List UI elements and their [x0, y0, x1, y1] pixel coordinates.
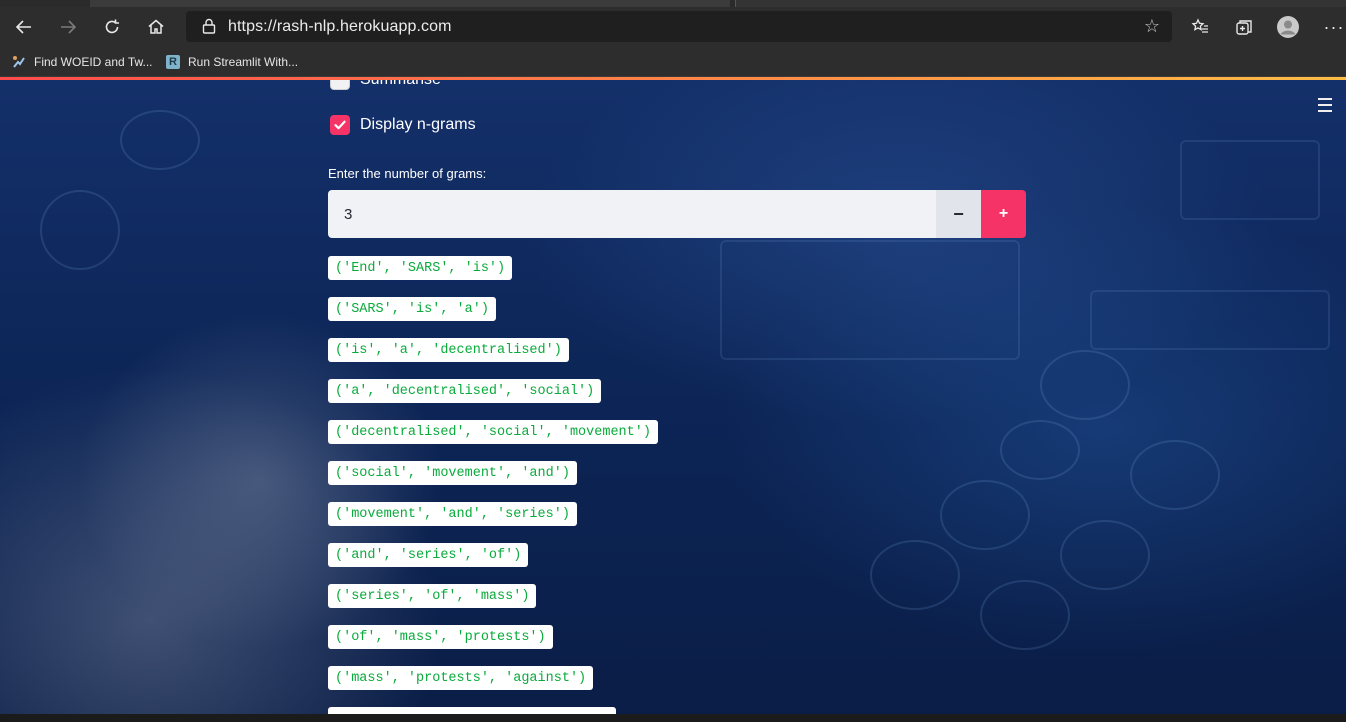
- background-decoration: [40, 190, 120, 270]
- profile-avatar-icon[interactable]: [1272, 11, 1304, 43]
- ngram-item: ('movement', 'and', 'series'): [328, 502, 577, 526]
- ngram-item: ('End', 'SARS', 'is'): [328, 256, 513, 280]
- r-letter-icon: R: [166, 55, 180, 69]
- checkbox-unchecked-icon[interactable]: [330, 80, 350, 90]
- url-text[interactable]: https://rash-nlp.herokuapp.com: [228, 18, 452, 36]
- forward-icon[interactable]: [52, 11, 84, 43]
- number-of-grams-stepper: − +: [328, 190, 1026, 238]
- collections-icon[interactable]: [1228, 11, 1260, 43]
- background-decoration: [1180, 140, 1320, 220]
- ngram-item: ('mass', 'protests', 'against'): [328, 666, 594, 690]
- back-icon[interactable]: [8, 11, 40, 43]
- lock-icon[interactable]: [200, 17, 218, 35]
- background-decoration: [1130, 440, 1220, 510]
- favorite-star-icon[interactable]: ☆: [1144, 16, 1160, 37]
- tweet-tool-icon: [12, 55, 26, 69]
- background-decoration: [1090, 290, 1330, 350]
- address-bar[interactable]: https://rash-nlp.herokuapp.com ☆: [186, 11, 1172, 42]
- background-decoration: [1040, 350, 1130, 420]
- home-icon[interactable]: [140, 11, 172, 43]
- ngram-item: ('is', 'a', 'decentralised'): [328, 338, 569, 362]
- decrement-button[interactable]: −: [936, 190, 981, 238]
- number-of-grams-label: Enter the number of grams:: [328, 166, 487, 181]
- refresh-icon[interactable]: [96, 11, 128, 43]
- bookmark-streamlit[interactable]: R Run Streamlit With...: [166, 52, 298, 72]
- tab-other[interactable]: [735, 0, 1346, 7]
- increment-button[interactable]: +: [981, 190, 1026, 238]
- background-decoration: [120, 110, 200, 170]
- ngram-item: ('social', 'movement', 'and'): [328, 461, 577, 485]
- ngram-item: ('series', 'of', 'mass'): [328, 584, 537, 608]
- ngram-item: ('SARS', 'is', 'a'): [328, 297, 496, 321]
- summarise-checkbox[interactable]: Summarise: [328, 80, 441, 92]
- browser-chrome: https://rash-nlp.herokuapp.com ☆ ··· Fin…: [0, 0, 1346, 80]
- more-menu-icon[interactable]: ···: [1318, 11, 1346, 43]
- bookmark-woeid[interactable]: Find WOEID and Tw...: [12, 52, 153, 72]
- hamburger-menu-icon[interactable]: [1318, 98, 1334, 112]
- ngram-item: ('of', 'mass', 'protests'): [328, 625, 553, 649]
- ngram-item: ('and', 'series', 'of'): [328, 543, 529, 567]
- app-page: Summarise Display n-grams Enter the numb…: [0, 80, 1346, 722]
- display-ngrams-label: Display n-grams: [360, 116, 476, 133]
- tab-active[interactable]: [90, 0, 730, 7]
- bookmark-label: Run Streamlit With...: [188, 55, 299, 69]
- tab-strip: [0, 0, 1346, 7]
- summarise-label: Summarise: [360, 80, 441, 89]
- ngram-item: ('a', 'decentralised', 'social'): [328, 379, 602, 403]
- number-of-grams-input[interactable]: [328, 190, 936, 238]
- main-content: Summarise Display n-grams Enter the numb…: [328, 80, 1026, 722]
- os-taskbar: [0, 714, 1346, 722]
- browser-toolbar: https://rash-nlp.herokuapp.com ☆ ···: [0, 7, 1346, 47]
- bookmarks-bar: Find WOEID and Tw... R Run Streamlit Wit…: [0, 47, 1346, 77]
- ngram-item: ('decentralised', 'social', 'movement'): [328, 420, 658, 444]
- checkbox-checked-icon[interactable]: [330, 115, 350, 135]
- background-decoration: [1060, 520, 1150, 590]
- display-ngrams-checkbox[interactable]: Display n-grams: [328, 113, 476, 137]
- bookmark-label: Find WOEID and Tw...: [34, 55, 153, 69]
- favorites-icon[interactable]: [1184, 11, 1216, 43]
